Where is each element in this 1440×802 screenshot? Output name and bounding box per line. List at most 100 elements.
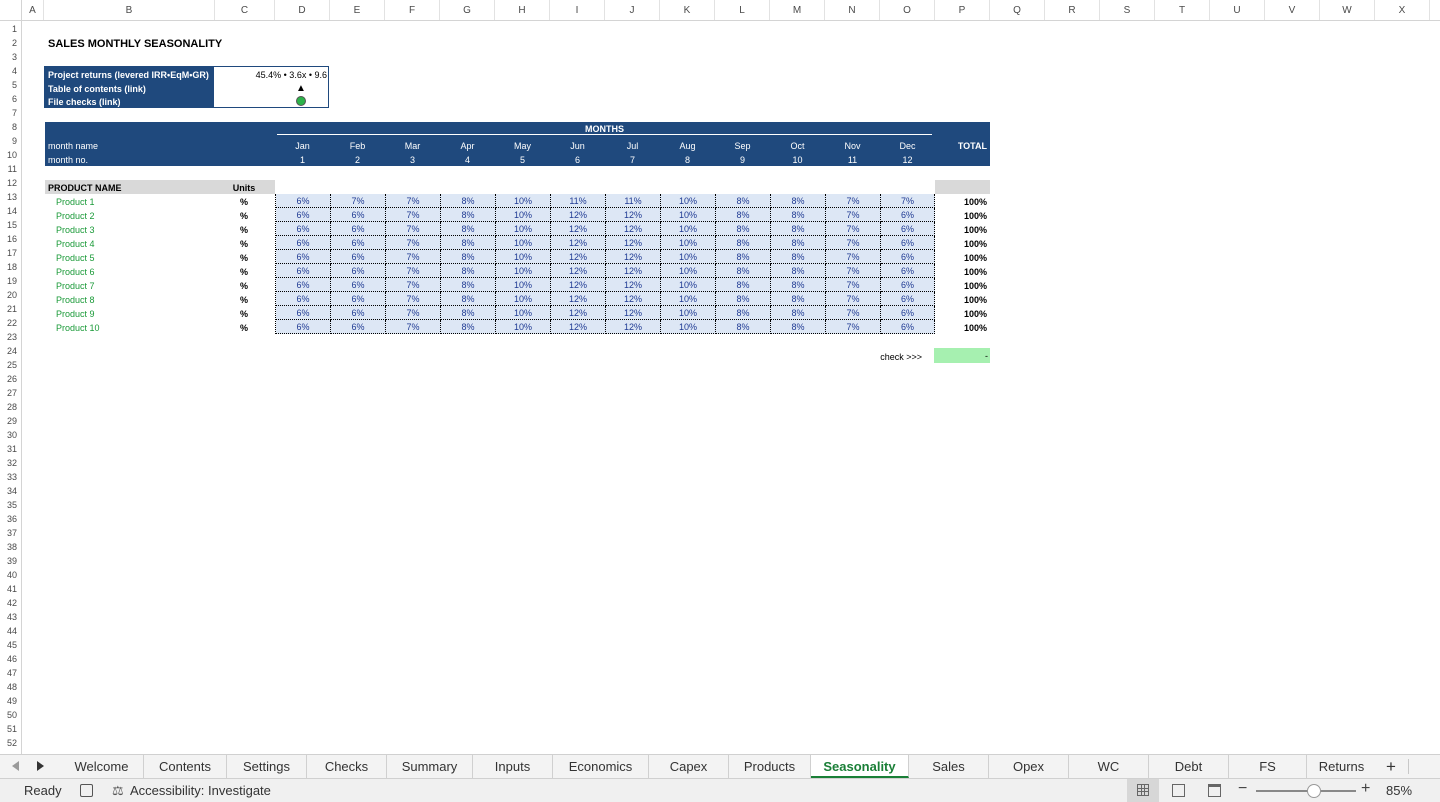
sheet-tab-debt[interactable]: Debt bbox=[1149, 755, 1229, 778]
seasonality-cell[interactable]: 7% bbox=[386, 194, 441, 208]
spreadsheet-grid[interactable]: ABCDEFGHIJKLMNOPQRSTUVWX 1 2 3 4 5 6 7 8 9 10 11 12… bbox=[0, 0, 1440, 754]
seasonality-cell[interactable]: 6% bbox=[276, 236, 331, 250]
seasonality-cell[interactable]: 7% bbox=[826, 208, 881, 222]
column-header[interactable]: O bbox=[880, 0, 935, 20]
seasonality-cell[interactable]: 6% bbox=[276, 264, 331, 278]
product-name[interactable]: Product 9 bbox=[56, 307, 95, 321]
seasonality-cell[interactable]: 8% bbox=[716, 320, 771, 334]
sheet-tab-checks[interactable]: Checks bbox=[307, 755, 387, 778]
seasonality-cell[interactable]: 10% bbox=[661, 306, 716, 320]
seasonality-cell[interactable]: 6% bbox=[881, 278, 935, 292]
row-header[interactable]: 7 bbox=[0, 106, 21, 120]
row-header[interactable]: 48 bbox=[0, 680, 21, 694]
seasonality-cell[interactable]: 12% bbox=[606, 236, 661, 250]
row-header[interactable]: 36 bbox=[0, 512, 21, 526]
seasonality-cell[interactable]: 6% bbox=[276, 292, 331, 306]
row-header[interactable]: 32 bbox=[0, 456, 21, 470]
toc-triangle-icon[interactable]: ▲ bbox=[296, 82, 306, 96]
sheet-tab-fs[interactable]: FS bbox=[1229, 755, 1307, 778]
sheet-tab-seasonality[interactable]: Seasonality bbox=[811, 755, 909, 778]
row-header[interactable]: 26 bbox=[0, 372, 21, 386]
sheet-tab-inputs[interactable]: Inputs bbox=[473, 755, 553, 778]
seasonality-cell[interactable]: 11% bbox=[551, 194, 606, 208]
seasonality-cell[interactable]: 12% bbox=[606, 320, 661, 334]
column-header[interactable]: E bbox=[330, 0, 385, 20]
seasonality-cell[interactable]: 10% bbox=[496, 194, 551, 208]
seasonality-cell[interactable]: 8% bbox=[441, 306, 496, 320]
seasonality-cell[interactable]: 12% bbox=[551, 306, 606, 320]
row-header[interactable]: 49 bbox=[0, 694, 21, 708]
row-header[interactable]: 24 bbox=[0, 344, 21, 358]
product-name[interactable]: Product 10 bbox=[56, 321, 100, 335]
row-header[interactable]: 34 bbox=[0, 484, 21, 498]
column-header[interactable]: R bbox=[1045, 0, 1100, 20]
seasonality-cell[interactable]: 12% bbox=[606, 292, 661, 306]
row-header[interactable]: 30 bbox=[0, 428, 21, 442]
seasonality-cell[interactable]: 12% bbox=[606, 222, 661, 236]
seasonality-cell[interactable]: 12% bbox=[551, 320, 606, 334]
seasonality-cell[interactable]: 8% bbox=[441, 264, 496, 278]
row-header[interactable]: 37 bbox=[0, 526, 21, 540]
column-header[interactable]: B bbox=[44, 0, 215, 20]
seasonality-cell[interactable]: 8% bbox=[716, 250, 771, 264]
seasonality-cell[interactable]: 7% bbox=[386, 306, 441, 320]
row-header[interactable]: 22 bbox=[0, 316, 21, 330]
seasonality-cell[interactable]: 7% bbox=[386, 320, 441, 334]
seasonality-cell[interactable]: 6% bbox=[331, 222, 386, 236]
column-header[interactable]: N bbox=[825, 0, 880, 20]
zoom-out-button[interactable]: − bbox=[1238, 780, 1247, 798]
product-name[interactable]: Product 8 bbox=[56, 293, 95, 307]
column-header[interactable]: D bbox=[275, 0, 330, 20]
seasonality-cell[interactable]: 6% bbox=[881, 222, 935, 236]
row-header[interactable]: 23 bbox=[0, 330, 21, 344]
seasonality-cell[interactable]: 6% bbox=[331, 250, 386, 264]
seasonality-cell[interactable]: 12% bbox=[551, 222, 606, 236]
add-sheet-button[interactable]: + bbox=[1380, 755, 1402, 778]
seasonality-cell[interactable]: 12% bbox=[551, 250, 606, 264]
seasonality-cell[interactable]: 10% bbox=[496, 222, 551, 236]
seasonality-cell[interactable]: 8% bbox=[716, 292, 771, 306]
row-header[interactable]: 13 bbox=[0, 190, 21, 204]
seasonality-cell[interactable]: 6% bbox=[276, 306, 331, 320]
row-header[interactable]: 10 bbox=[0, 148, 21, 162]
row-header[interactable]: 47 bbox=[0, 666, 21, 680]
column-header[interactable]: M bbox=[770, 0, 825, 20]
normal-view-button[interactable] bbox=[1127, 779, 1159, 802]
row-header[interactable]: 39 bbox=[0, 554, 21, 568]
seasonality-cell[interactable]: 6% bbox=[881, 292, 935, 306]
row-header[interactable]: 8 bbox=[0, 120, 21, 134]
row-header[interactable]: 21 bbox=[0, 302, 21, 316]
row-header[interactable]: 50 bbox=[0, 708, 21, 722]
seasonality-cell[interactable]: 7% bbox=[881, 194, 935, 208]
seasonality-cell[interactable]: 8% bbox=[441, 278, 496, 292]
zoom-in-button[interactable]: + bbox=[1361, 780, 1370, 798]
row-header[interactable]: 11 bbox=[0, 162, 21, 176]
seasonality-cell[interactable]: 6% bbox=[276, 278, 331, 292]
product-name[interactable]: Product 1 bbox=[56, 195, 95, 209]
seasonality-cell[interactable]: 8% bbox=[441, 222, 496, 236]
seasonality-cell[interactable]: 10% bbox=[661, 194, 716, 208]
seasonality-cell[interactable]: 6% bbox=[331, 292, 386, 306]
seasonality-cell[interactable]: 12% bbox=[606, 250, 661, 264]
seasonality-cell[interactable]: 7% bbox=[826, 292, 881, 306]
seasonality-cell[interactable]: 7% bbox=[826, 236, 881, 250]
row-header[interactable]: 42 bbox=[0, 596, 21, 610]
seasonality-cell[interactable]: 8% bbox=[716, 236, 771, 250]
row-header[interactable]: 35 bbox=[0, 498, 21, 512]
column-header[interactable]: T bbox=[1155, 0, 1210, 20]
seasonality-cell[interactable]: 11% bbox=[606, 194, 661, 208]
seasonality-cell[interactable]: 8% bbox=[716, 264, 771, 278]
seasonality-cell[interactable]: 8% bbox=[771, 264, 826, 278]
product-name[interactable]: Product 6 bbox=[56, 265, 95, 279]
seasonality-cell[interactable]: 6% bbox=[331, 208, 386, 222]
seasonality-cell[interactable]: 6% bbox=[331, 264, 386, 278]
product-name[interactable]: Product 2 bbox=[56, 209, 95, 223]
column-header[interactable]: C bbox=[215, 0, 275, 20]
seasonality-cell[interactable]: 8% bbox=[441, 292, 496, 306]
row-header[interactable]: 46 bbox=[0, 652, 21, 666]
column-header[interactable]: L bbox=[715, 0, 770, 20]
row-header[interactable]: 31 bbox=[0, 442, 21, 456]
row-header[interactable]: 43 bbox=[0, 610, 21, 624]
row-header[interactable]: 16 bbox=[0, 232, 21, 246]
seasonality-cell[interactable]: 10% bbox=[661, 208, 716, 222]
